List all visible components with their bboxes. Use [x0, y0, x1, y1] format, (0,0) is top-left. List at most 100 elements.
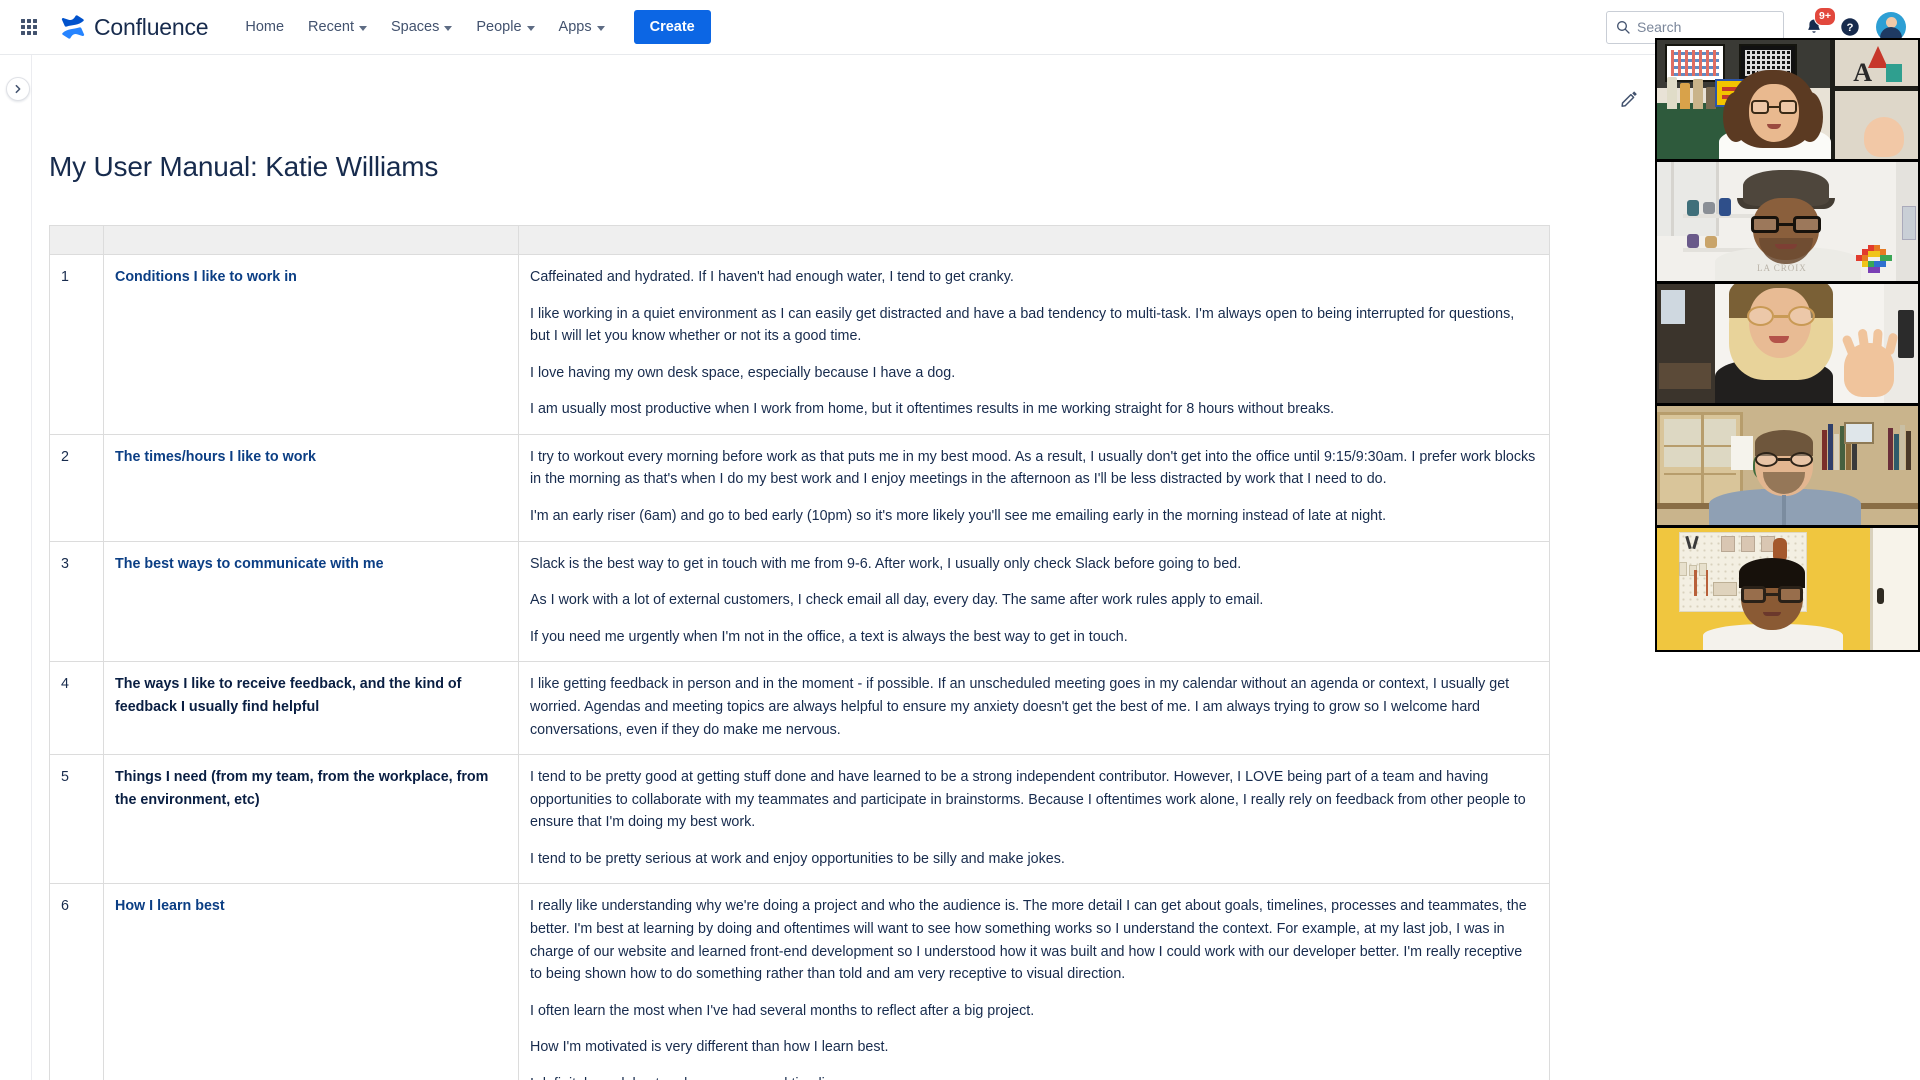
row-body-cell: Caffeinated and hydrated. If I haven't h…: [518, 254, 1550, 435]
row-body-paragraph: I tend to be pretty good at getting stuf…: [530, 769, 1526, 831]
row-body-paragraph: I'm an early riser (6am) and go to bed e…: [530, 508, 1387, 525]
row-body-paragraph: Slack is the best way to get in touch wi…: [530, 555, 1242, 572]
row-topic-label[interactable]: The best ways to communicate with me: [115, 556, 384, 572]
table-row: 3 The best ways to communicate with me Sla…: [49, 540, 1550, 663]
nav-item-spaces[interactable]: Spaces: [380, 12, 463, 42]
grid-apps-icon: [21, 19, 37, 35]
video-tile-participant-5[interactable]: [1657, 528, 1918, 650]
chevron-down-icon: [596, 25, 605, 31]
row-topic-cell: Conditions I like to work in: [103, 254, 519, 435]
row-topic-label[interactable]: How I learn best: [115, 898, 225, 914]
chevron-down-icon: [526, 25, 535, 31]
video-tile-participant-3[interactable]: [1657, 284, 1918, 406]
row-body-paragraph: How I'm motivated is very different than…: [530, 1039, 889, 1056]
chevron-down-icon: [444, 25, 453, 31]
app-switcher-icon[interactable]: [12, 10, 46, 44]
confluence-brand-link[interactable]: Confluence: [60, 13, 209, 41]
sidebar-expand-button[interactable]: [6, 77, 30, 101]
row-body-paragraph: I often learn the most when I've had sev…: [530, 1002, 1035, 1019]
nav-item-recent-label: Recent: [308, 19, 354, 35]
notification-badge: 9+: [1814, 7, 1836, 26]
table-row: 4 The ways I like to receive feedback, an…: [49, 661, 1550, 756]
row-number-cell: 6: [49, 883, 104, 1080]
nav-item-apps[interactable]: Apps: [548, 12, 616, 42]
participant-4-video: [1657, 406, 1918, 525]
row-body-cell: I really like understanding why we're do…: [518, 883, 1550, 1080]
row-body-paragraph: I love having my own desk space, especia…: [530, 364, 956, 381]
row-body-paragraph: I like getting feedback in person and in…: [530, 676, 1510, 738]
row-number-cell: 4: [49, 661, 104, 756]
row-body-cell: I tend to be pretty good at getting stuf…: [518, 754, 1550, 885]
participant-3-video: [1657, 284, 1918, 403]
top-navigation-bar: Confluence Home Recent Spaces People App…: [0, 0, 1920, 55]
page-title: My User Manual: Katie Williams: [49, 151, 439, 182]
table-header-cell-body: [518, 225, 1550, 255]
row-topic-cell: The times/hours I like to work: [103, 433, 519, 542]
nav-item-home-label: Home: [245, 19, 285, 35]
row-topic-cell: Things I need (from my team, from the wo…: [103, 754, 519, 885]
row-body-paragraph: I definitely work best under pressure an…: [530, 1073, 1538, 1080]
table-header-cell-topic: [103, 225, 519, 255]
row-body-paragraph: I am usually most productive when I work…: [530, 401, 1335, 418]
row-number-cell: 3: [49, 540, 104, 663]
row-topic-cell: The ways I like to receive feedback, and…: [103, 661, 519, 756]
search-input[interactable]: [1637, 19, 1775, 35]
search-icon: [1617, 21, 1630, 34]
video-tile-participant-1[interactable]: A: [1657, 40, 1918, 162]
row-body-paragraph: I try to workout every morning before wo…: [530, 448, 1536, 488]
user-manual-table-wrapper: 1 Conditions I like to work in Caffeinated…: [49, 225, 1911, 1080]
row-topic-label[interactable]: Conditions I like to work in: [115, 269, 297, 285]
nav-item-people-label: People: [476, 19, 522, 35]
participant-1-video: A: [1657, 40, 1918, 159]
row-body-paragraph: I really like understanding why we're do…: [530, 898, 1527, 983]
table-header-cell-num: [49, 225, 104, 255]
chevron-right-icon: [15, 84, 21, 94]
row-body-cell: Slack is the best way to get in touch wi…: [518, 540, 1550, 663]
row-topic-label: The ways I like to receive feedback, and…: [115, 676, 462, 715]
nav-item-spaces-label: Spaces: [391, 19, 440, 35]
pencil-edit-icon: [1620, 90, 1637, 107]
row-body-paragraph: As I work with a lot of external custome…: [530, 592, 1264, 609]
svg-text:?: ?: [1847, 22, 1854, 34]
row-topic-cell: The best ways to communicate with me: [103, 540, 519, 663]
row-topic-label: Things I need (from my team, from the wo…: [115, 769, 489, 808]
confluence-logo-icon: [61, 15, 85, 39]
video-tile-participant-2[interactable]: LA CROIX: [1657, 162, 1918, 284]
nav-item-recent[interactable]: Recent: [297, 12, 378, 42]
row-body-cell: I try to workout every morning before wo…: [518, 433, 1550, 542]
table-header-row: [49, 225, 1550, 255]
nav-item-home[interactable]: Home: [234, 12, 295, 42]
table-row: 5 Things I need (from my team, from the w…: [49, 754, 1550, 885]
rainbow-heart-sticker: [1856, 245, 1892, 277]
user-manual-table: 1 Conditions I like to work in Caffeinated…: [49, 225, 1550, 1080]
brand-name-label: Confluence: [94, 13, 209, 40]
row-number-cell: 2: [49, 433, 104, 542]
video-call-overlay[interactable]: A LA CROIX: [1655, 38, 1920, 652]
chevron-down-icon: [359, 25, 367, 31]
table-row: 1 Conditions I like to work in Caffeinated…: [49, 254, 1550, 435]
row-body-paragraph: Caffeinated and hydrated. If I haven't h…: [530, 269, 1014, 285]
table-row: 2 The times/hours I like to work I try to …: [49, 433, 1550, 542]
row-number-cell: 1: [49, 254, 104, 435]
main-nav-links: Home Recent Spaces People Apps: [234, 12, 615, 42]
row-body-paragraph: I tend to be pretty serious at work and …: [530, 850, 1065, 867]
table-row: 6 How I learn best I really like understan…: [49, 883, 1550, 1080]
participant-2-video: LA CROIX: [1657, 162, 1918, 281]
edit-page-button[interactable]: [1614, 83, 1644, 113]
create-button[interactable]: Create: [633, 10, 711, 44]
table-header: [49, 225, 1550, 255]
row-number-cell: 5: [49, 754, 104, 885]
row-body-cell: I like getting feedback in person and in…: [518, 661, 1550, 756]
page-content-area: My User Manual: Katie Williams 1 Conditio…: [32, 55, 1920, 1080]
video-tile-participant-4[interactable]: [1657, 406, 1918, 528]
row-body-paragraph: I like working in a quiet environment as…: [530, 305, 1515, 345]
nav-item-people[interactable]: People: [465, 12, 545, 42]
help-question-icon: ?: [1841, 18, 1859, 36]
participant-5-video: [1657, 528, 1918, 650]
table-body: 1 Conditions I like to work in Caffeinated…: [49, 254, 1550, 1080]
row-topic-cell: How I learn best: [103, 883, 519, 1080]
nav-item-apps-label: Apps: [558, 19, 592, 35]
row-topic-label[interactable]: The times/hours I like to work: [115, 449, 316, 465]
sidebar-rail: [0, 55, 32, 1080]
row-body-paragraph: If you need me urgently when I'm not in …: [530, 628, 1128, 645]
